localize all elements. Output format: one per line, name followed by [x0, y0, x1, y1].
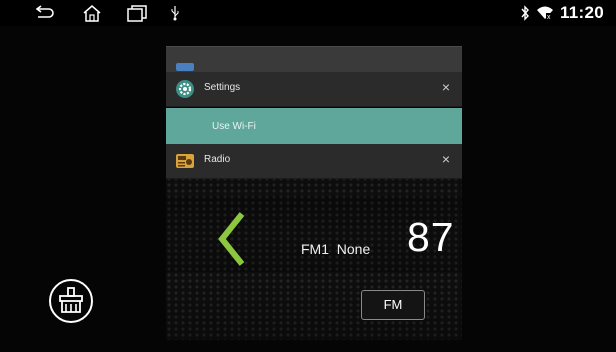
close-icon[interactable]: ×	[442, 152, 450, 166]
bluetooth-icon	[521, 5, 529, 21]
broom-icon	[59, 287, 83, 313]
home-icon[interactable]	[82, 4, 102, 22]
screen: x 11:20 Settings × Use Wi-Fi Radio × FM1…	[0, 0, 616, 352]
previous-station-icon[interactable]	[218, 212, 244, 266]
close-icon[interactable]: ×	[442, 80, 450, 94]
card-title-radio: Radio	[204, 154, 231, 165]
clear-all-button[interactable]	[49, 279, 93, 323]
svg-text:x: x	[547, 14, 551, 21]
recent-card-settings[interactable]: Settings ×	[166, 72, 462, 107]
wifi-icon: x	[537, 6, 553, 21]
band-station-label: FM1 None	[301, 241, 371, 257]
recents-icon[interactable]	[126, 4, 148, 22]
clock: 11:20	[559, 3, 604, 22]
recent-card-partial[interactable]	[166, 46, 462, 73]
recent-card-radio[interactable]: Radio ×	[166, 144, 462, 179]
settings-icon	[176, 80, 194, 98]
wifi-setting-label: Use Wi-Fi	[212, 121, 256, 132]
usb-icon	[171, 6, 179, 21]
frequency-display: 87	[407, 214, 455, 260]
band-button[interactable]: FM	[361, 290, 425, 320]
radio-icon	[176, 154, 194, 168]
settings-preview-wifi: Use Wi-Fi	[166, 108, 462, 144]
back-icon[interactable]	[34, 4, 56, 22]
status-bar: x 11:20	[0, 0, 616, 26]
app-icon-partial	[176, 63, 194, 71]
card-title-settings: Settings	[204, 82, 241, 93]
